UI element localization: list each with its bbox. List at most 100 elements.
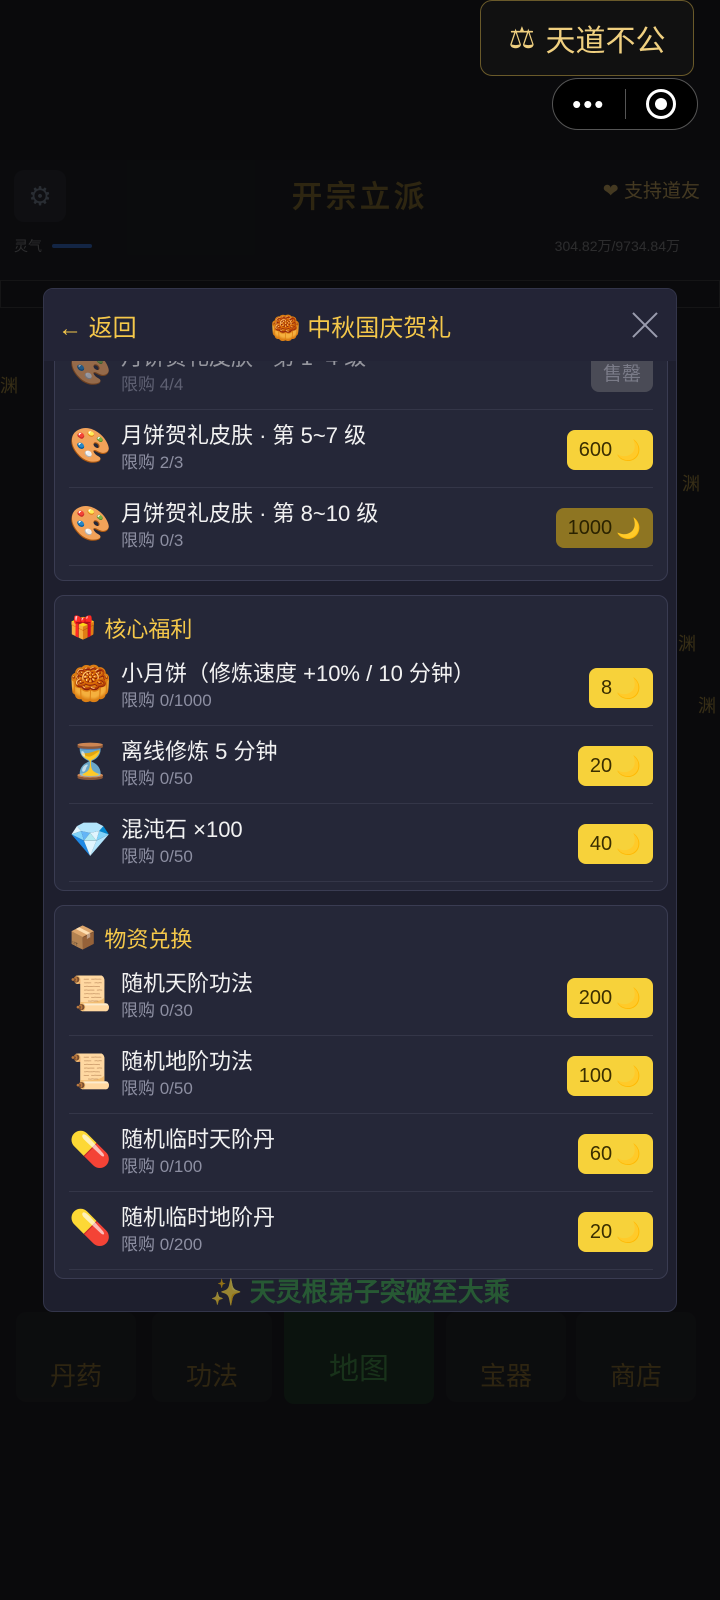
- modal-header: ← 返回 🥮 中秋国庆贺礼: [44, 289, 676, 361]
- item-name: 随机天阶功法: [121, 971, 254, 996]
- price-label: 20: [589, 754, 613, 777]
- price-label: 40: [589, 832, 613, 855]
- scales-icon: ⚖: [508, 21, 536, 55]
- bg-side-text: 渊: [0, 376, 18, 396]
- spirit-value: 304.82万/9734.84万: [554, 238, 680, 254]
- package-icon: 📦: [69, 925, 97, 950]
- nav-techniques[interactable]: 功法: [152, 1312, 272, 1402]
- goods-row: 📜 随机天阶功法 限购 0/30 200 🌙: [69, 958, 653, 1036]
- nav-pills[interactable]: 丹药: [16, 1312, 136, 1402]
- spirit-label: 灵气: [14, 238, 42, 254]
- moon-icon: 🌙: [616, 677, 641, 700]
- item-limit: 限购 0/3: [121, 531, 184, 550]
- skin-row: 🎨 月饼贺礼皮肤 · 第 5~7 级 限购 2/3 600 🌙: [69, 410, 653, 488]
- section-title-text: 物资兑换: [104, 927, 193, 952]
- back-button[interactable]: ← 返回: [58, 308, 137, 343]
- moon-icon: 🌙: [616, 1221, 641, 1244]
- scroll-icon: 📜: [69, 1053, 112, 1091]
- item-limit: 限购 0/30: [121, 1001, 193, 1020]
- nav-label: 地图: [329, 1353, 389, 1386]
- goods-exchange-section: 📦 物资兑换 📜 随机天阶功法 限购 0/30 200 🌙 📜 随机地阶功法 限购…: [54, 905, 668, 1279]
- item-limit: 限购 0/200: [121, 1235, 203, 1254]
- section-title-text: 核心福利: [104, 617, 193, 642]
- nav-treasures[interactable]: 宝器: [446, 1312, 566, 1402]
- price-label: 600: [578, 438, 613, 461]
- palette-icon: 🎨: [69, 427, 112, 465]
- moon-icon: 🌙: [616, 987, 641, 1010]
- unfair-heaven-button[interactable]: ⚖ 天道不公: [480, 0, 694, 76]
- nav-label: 宝器: [479, 1361, 532, 1391]
- goods-row: 📜 随机地阶功法 限购 0/50 100 🌙: [69, 1036, 653, 1114]
- core-benefits-section: 🎁 核心福利 🥮 小月饼（修炼速度 +10% / 10 分钟） 限购 0/100…: [54, 595, 668, 891]
- price-label: 20: [589, 1220, 613, 1243]
- item-limit: 限购 0/1000: [121, 691, 212, 710]
- item-limit: 限购 0/100: [121, 1157, 203, 1176]
- exit-miniprogram-icon[interactable]: [626, 89, 698, 119]
- section-title: 🎁 核心福利: [69, 612, 192, 644]
- announcement-ticker: ✨ 天灵根弟子突破至大乘: [210, 1277, 510, 1307]
- scroll-icon: 📜: [69, 975, 112, 1013]
- modal-title: 🥮 中秋国庆贺礼: [270, 314, 452, 342]
- item-name: 月饼贺礼皮肤 · 第 8~10 级: [121, 501, 379, 526]
- price-label: 100: [578, 1064, 613, 1087]
- more-icon[interactable]: •••: [553, 89, 625, 120]
- moon-icon: 🌙: [616, 755, 641, 778]
- miniprogram-capsule: •••: [552, 78, 698, 130]
- price-label: 8: [600, 676, 613, 699]
- buy-button[interactable]: 40 🌙: [577, 824, 653, 864]
- item-limit: 限购 0/50: [121, 769, 193, 788]
- price-label: 售罄: [602, 363, 641, 385]
- nav-label: 功法: [185, 1361, 238, 1391]
- buy-button[interactable]: 20 🌙: [577, 1212, 653, 1252]
- support-button[interactable]: ❤ 支持道友: [603, 176, 700, 203]
- nav-label: 丹药: [49, 1361, 102, 1391]
- nav-label: 商店: [609, 1361, 662, 1391]
- benefit-row: ⏳ 离线修炼 5 分钟 限购 0/50 20 🌙: [69, 726, 653, 804]
- item-limit: 限购 2/3: [121, 453, 184, 472]
- bg-side-text: 渊: [698, 696, 716, 716]
- moon-icon: 🌙: [616, 1143, 641, 1166]
- skins-section: 🎨 月饼贺礼皮肤 · 第 1~4 级 限购 4/4 售罄 🎨 月饼贺礼皮肤 · …: [54, 361, 668, 581]
- buy-button[interactable]: 60 🌙: [577, 1134, 653, 1174]
- bg-side-text: 渊: [682, 474, 700, 494]
- item-name: 小月饼（修炼速度 +10% / 10 分钟）: [121, 661, 475, 686]
- buy-button[interactable]: 200 🌙: [566, 978, 653, 1018]
- moon-icon: 🌙: [616, 833, 641, 856]
- section-title: 📦 物资兑换: [69, 922, 192, 954]
- palette-icon: 🎨: [69, 505, 112, 543]
- benefit-row: 🥮 小月饼（修炼速度 +10% / 10 分钟） 限购 0/1000 8 🌙: [69, 648, 653, 726]
- mooncake-icon: 🥮: [69, 665, 112, 703]
- price-label: 200: [578, 986, 613, 1009]
- mid-autumn-gift-modal: ← 返回 🥮 中秋国庆贺礼 🎨 月饼贺礼皮肤 · 第 1~4 级 限购 4/4 …: [43, 288, 677, 1312]
- hourglass-icon: ⏳: [69, 743, 112, 781]
- goods-row: 💊 随机临时地阶丹 限购 0/200 20 🌙: [69, 1192, 653, 1270]
- bottom-nav: 丹药 功法 地图 宝器 商店: [16, 1300, 704, 1410]
- moon-icon: 🌙: [616, 1065, 641, 1088]
- moon-icon: 🌙: [616, 439, 641, 462]
- moon-icon: 🌙: [616, 517, 641, 540]
- badge-label: 天道不公: [545, 25, 666, 58]
- pill-icon: 💊: [69, 1131, 112, 1169]
- item-limit: 限购 0/50: [121, 1079, 193, 1098]
- goods-row: 💊 随机临时天阶丹 限购 0/100 60 🌙: [69, 1114, 653, 1192]
- item-limit: 限购 4/4: [121, 375, 184, 394]
- nav-shop[interactable]: 商店: [576, 1312, 696, 1402]
- gift-icon: 🎁: [69, 615, 97, 640]
- item-limit: 限购 0/50: [121, 847, 193, 866]
- modal-scroll-area[interactable]: 🎨 月饼贺礼皮肤 · 第 1~4 级 限购 4/4 售罄 🎨 月饼贺礼皮肤 · …: [44, 361, 676, 1311]
- item-name: 随机地阶功法: [121, 1049, 254, 1074]
- buy-button[interactable]: 100 🌙: [566, 1056, 653, 1096]
- skin-row: 🎨 月饼贺礼皮肤 · 第 8~10 级 限购 0/3 1000 🌙: [69, 488, 653, 566]
- item-name: 随机临时天阶丹: [121, 1127, 276, 1152]
- price-label: 60: [589, 1142, 613, 1165]
- buy-button[interactable]: 600 🌙: [566, 430, 653, 470]
- nav-map[interactable]: 地图: [284, 1300, 434, 1404]
- item-name: 离线修炼 5 分钟: [121, 739, 278, 764]
- benefit-row: 💎 混沌石 ×100 限购 0/50 40 🌙: [69, 804, 653, 882]
- buy-button[interactable]: 1000 🌙: [555, 508, 653, 548]
- gem-icon: 💎: [69, 821, 112, 859]
- buy-button[interactable]: 20 🌙: [577, 746, 653, 786]
- bg-side-text: 渊: [678, 634, 696, 654]
- close-icon[interactable]: [630, 310, 660, 340]
- buy-button[interactable]: 8 🌙: [588, 668, 653, 708]
